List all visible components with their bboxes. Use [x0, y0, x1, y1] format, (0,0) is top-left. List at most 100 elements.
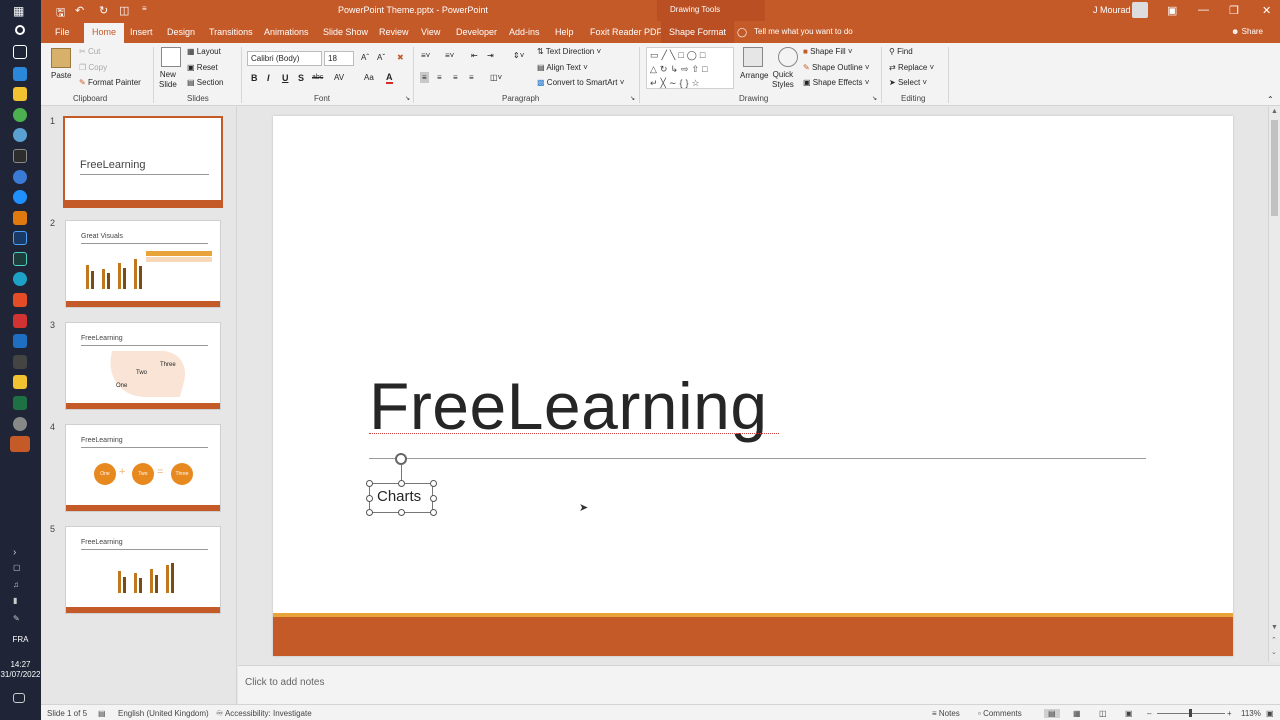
- pdf-icon[interactable]: [13, 314, 27, 328]
- paste-button[interactable]: Paste: [51, 71, 71, 80]
- tab-view[interactable]: View: [421, 27, 440, 37]
- underline-button[interactable]: U: [282, 73, 289, 83]
- resize-handle[interactable]: [398, 509, 405, 516]
- font-size-select[interactable]: 18: [324, 51, 354, 66]
- numbering-icon[interactable]: ≡˅: [445, 51, 454, 60]
- tab-slide-show[interactable]: Slide Show: [323, 27, 368, 37]
- align-right-icon[interactable]: ≡: [453, 73, 458, 82]
- quick-styles-button[interactable]: Quick Styles: [772, 70, 794, 90]
- edge-icon[interactable]: [13, 272, 27, 286]
- fit-to-window-icon[interactable]: ▣: [1266, 709, 1274, 718]
- ribbon-display-icon[interactable]: ▣: [1167, 4, 1177, 17]
- shadow-button[interactable]: S: [298, 73, 304, 83]
- excel-icon[interactable]: [13, 396, 27, 410]
- input-language[interactable]: FRA: [0, 635, 41, 644]
- slide-subtitle[interactable]: Charts: [377, 488, 421, 505]
- font-color-button[interactable]: A: [386, 73, 393, 84]
- chevron-up-icon[interactable]: ›: [13, 547, 27, 561]
- accessibility-button[interactable]: ♾ Accessibility: Investigate: [216, 709, 312, 718]
- tab-transitions[interactable]: Transitions: [209, 27, 253, 37]
- copy-button[interactable]: ❐ Copy: [79, 63, 107, 72]
- start-icon[interactable]: ▦: [13, 4, 27, 18]
- tab-file[interactable]: File: [55, 27, 70, 37]
- file-explorer-icon[interactable]: [13, 87, 27, 101]
- columns-icon[interactable]: ◫˅: [490, 73, 502, 82]
- resize-handle[interactable]: [366, 480, 373, 487]
- resize-handle[interactable]: [398, 480, 405, 487]
- rotate-handle-icon[interactable]: [395, 453, 407, 465]
- shape-fill-button[interactable]: ■ Shape Fill ˅: [803, 47, 853, 56]
- tab-design[interactable]: Design: [167, 27, 195, 37]
- grow-font-icon[interactable]: Aˆ: [361, 53, 369, 62]
- align-center-icon[interactable]: ≡: [437, 73, 442, 82]
- battery-icon[interactable]: ▮: [13, 596, 27, 610]
- tab-foxit-reader[interactable]: Foxit Reader PDF: [590, 27, 662, 37]
- thumbnail-slide-3[interactable]: FreeLearning One Two Three: [65, 322, 221, 410]
- tab-shape-format[interactable]: Shape Format: [661, 21, 735, 43]
- close-icon[interactable]: ✕: [1262, 4, 1271, 17]
- convert-smartart-button[interactable]: ▩ Convert to SmartArt ˅: [537, 78, 624, 87]
- task-view-icon[interactable]: [13, 45, 27, 59]
- search-icon[interactable]: [15, 25, 25, 35]
- resize-handle[interactable]: [430, 480, 437, 487]
- drawing-dialog-launcher-icon[interactable]: ↘: [872, 95, 877, 102]
- audition-icon[interactable]: [13, 252, 27, 266]
- line-spacing-icon[interactable]: ⇕˅: [513, 51, 524, 60]
- terminal-icon[interactable]: [13, 149, 27, 163]
- cut-button[interactable]: ✂ Cut: [79, 47, 100, 56]
- previous-slide-icon[interactable]: ⌃: [1271, 636, 1277, 644]
- arrange-button[interactable]: Arrange: [740, 71, 768, 80]
- bold-button[interactable]: B: [251, 73, 258, 83]
- chrome-icon[interactable]: [13, 108, 27, 122]
- section-button[interactable]: ▤ Section: [187, 78, 223, 87]
- justify-icon[interactable]: ≡: [469, 73, 474, 82]
- replace-button[interactable]: ⇄ Replace ˅: [889, 63, 934, 72]
- shape-outline-button[interactable]: ✎ Shape Outline ˅: [803, 63, 870, 72]
- collapse-ribbon-icon[interactable]: ⌃: [1267, 95, 1274, 104]
- text-direction-button[interactable]: ⇅ Text Direction ˅: [537, 47, 601, 56]
- notification-icon[interactable]: [13, 693, 25, 703]
- resize-handle[interactable]: [430, 495, 437, 502]
- user-name[interactable]: J Mourad: [1093, 5, 1131, 15]
- volume-icon[interactable]: ♫: [13, 580, 27, 594]
- change-case-button[interactable]: Aa: [364, 73, 374, 82]
- format-painter-button[interactable]: ✎ Format Painter: [79, 78, 141, 87]
- zoom-slider-knob[interactable]: [1189, 709, 1192, 717]
- normal-view-icon[interactable]: ▤: [1044, 709, 1060, 718]
- decrease-indent-icon[interactable]: ⇤: [471, 51, 478, 60]
- align-left-icon[interactable]: ≡: [420, 72, 429, 83]
- clock[interactable]: 14:27 31/07/2022: [0, 660, 41, 680]
- thumbnail-slide-2[interactable]: Great Visuals: [65, 220, 221, 308]
- zoom-out-icon[interactable]: –: [1147, 709, 1151, 718]
- italic-button[interactable]: I: [267, 73, 270, 83]
- share-button[interactable]: ☻ Share: [1231, 27, 1263, 36]
- new-slide-button[interactable]: New Slide: [159, 70, 177, 90]
- paragraph-dialog-launcher-icon[interactable]: ↘: [630, 95, 635, 102]
- notes-pane[interactable]: Click to add notes: [238, 665, 1280, 704]
- find-button[interactable]: ⚲ Find: [889, 47, 913, 56]
- zoom-in-icon[interactable]: +: [1227, 709, 1232, 718]
- notes-button[interactable]: ≡ Notes: [932, 709, 960, 718]
- illustrator-icon[interactable]: [13, 211, 27, 225]
- photoshop-icon[interactable]: [13, 231, 27, 245]
- tab-add-ins[interactable]: Add-ins: [509, 27, 540, 37]
- scrollbar-thumb[interactable]: [1271, 120, 1278, 216]
- increase-indent-icon[interactable]: ⇥: [487, 51, 494, 60]
- tab-animations[interactable]: Animations: [264, 27, 309, 37]
- settings-icon[interactable]: [13, 417, 27, 431]
- vscode-icon[interactable]: [13, 334, 27, 348]
- tab-insert[interactable]: Insert: [130, 27, 153, 37]
- vertical-scrollbar[interactable]: ▲ ▼ ⌃ ⌄: [1268, 106, 1280, 662]
- pen-icon[interactable]: ✎: [13, 614, 27, 628]
- resize-handle[interactable]: [430, 509, 437, 516]
- resize-handle[interactable]: [366, 495, 373, 502]
- reading-view-icon[interactable]: ◫: [1099, 709, 1107, 718]
- spelling-icon[interactable]: ▤: [98, 709, 106, 718]
- strikethrough-button[interactable]: abc: [312, 74, 323, 81]
- notes-placeholder[interactable]: Click to add notes: [245, 677, 325, 688]
- scroll-down-icon[interactable]: ▼: [1271, 624, 1278, 631]
- mail-icon[interactable]: [13, 67, 27, 81]
- current-slide[interactable]: FreeLearning Charts ➤: [273, 116, 1233, 656]
- slide-sorter-icon[interactable]: ▦: [1073, 709, 1081, 718]
- comments-button[interactable]: ▫ Comments: [978, 709, 1022, 718]
